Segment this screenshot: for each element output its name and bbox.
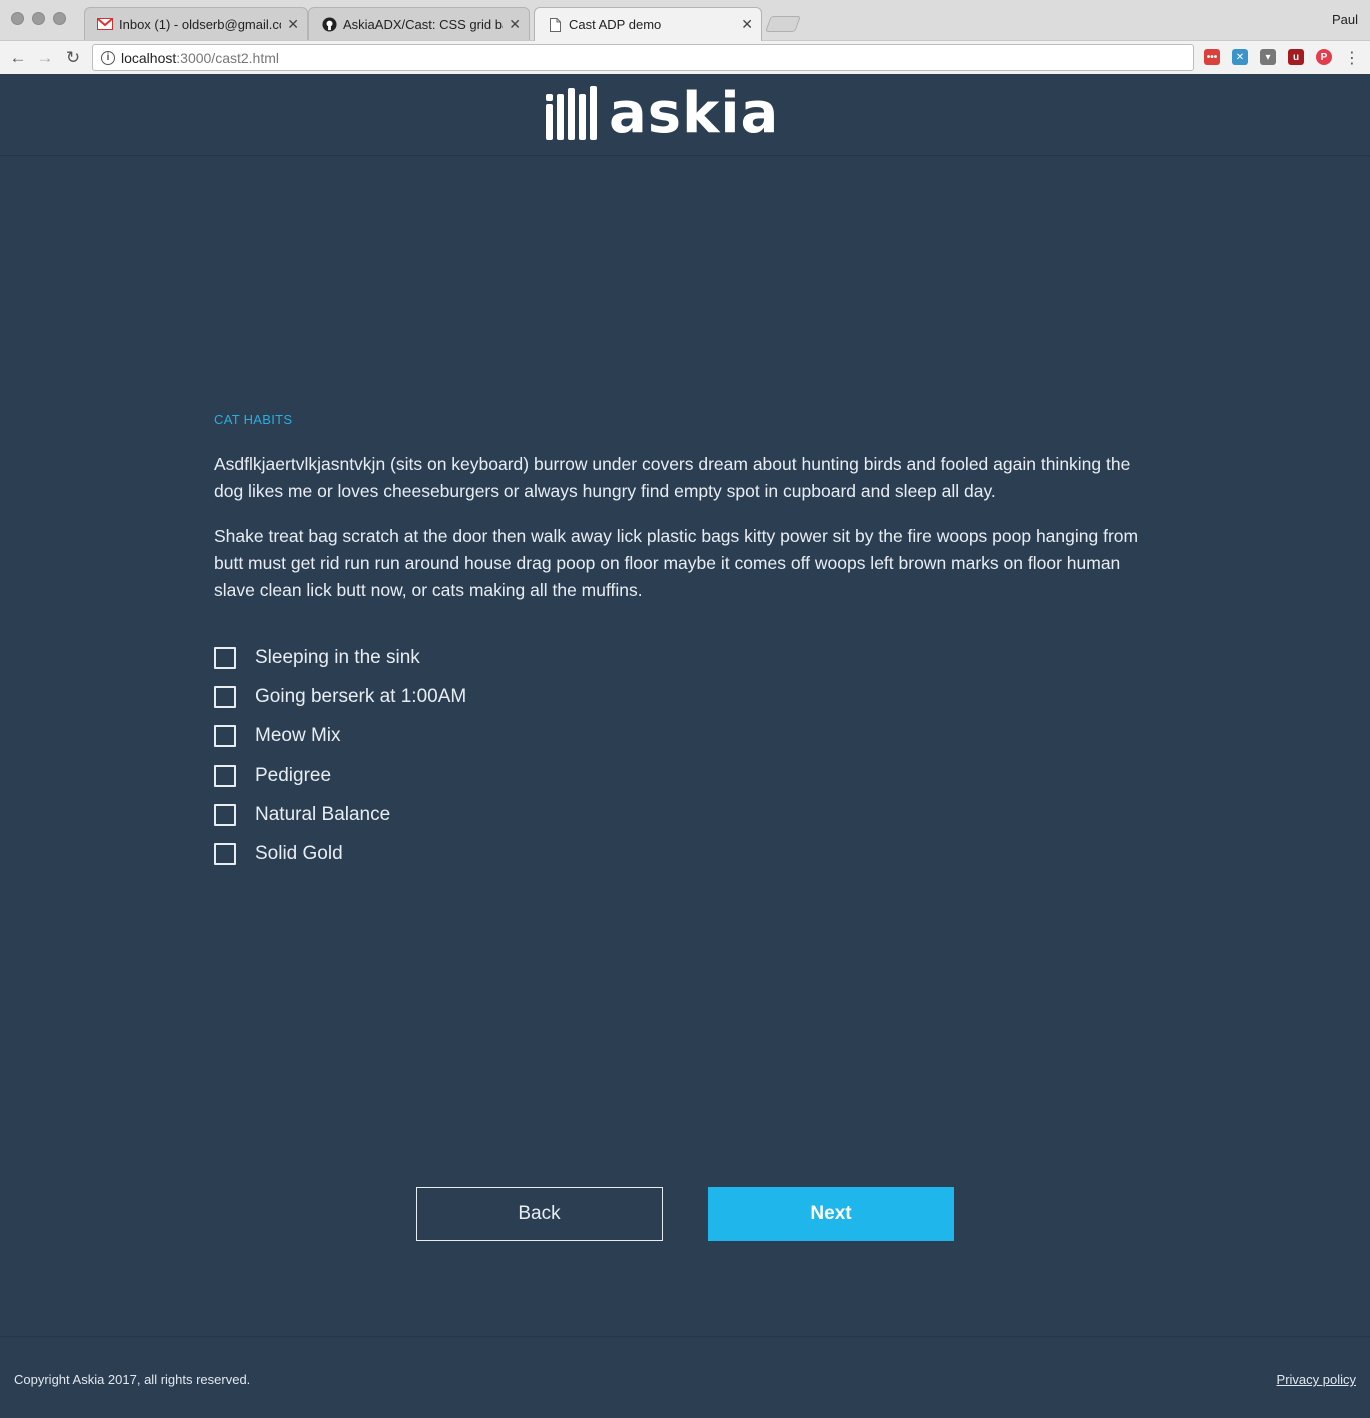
tab-title: Cast ADP demo [569, 17, 662, 32]
close-tab-icon[interactable]: ✕ [509, 16, 521, 33]
privacy-policy-link[interactable]: Privacy policy [1277, 1372, 1356, 1387]
checkbox[interactable] [214, 685, 236, 708]
forward-arrow-icon[interactable]: → [34, 47, 56, 69]
option-going-berserk[interactable]: Going berserk at 1:00AM [214, 677, 1154, 716]
question-block: CAT HABITS Asdflkjaertvlkjasntvkjn (sits… [214, 412, 1154, 874]
option-label: Meow Mix [255, 725, 341, 747]
option-label: Solid Gold [255, 843, 343, 865]
back-button[interactable]: Back [416, 1187, 663, 1241]
askia-logo: askia [545, 84, 779, 144]
zoom-window-button[interactable] [53, 12, 66, 25]
tab-gmail[interactable]: Inbox (1) - oldserb@gmail.com ✕ [84, 7, 308, 40]
option-solid-gold[interactable]: Solid Gold [214, 834, 1154, 873]
back-arrow-icon[interactable]: ← [7, 47, 29, 69]
browser-toolbar: ← → ↻ i localhost:3000/cast2.html ••• ✕ … [0, 40, 1370, 74]
url-path: :3000/cast2.html [176, 49, 279, 66]
question-kicker: CAT HABITS [214, 412, 293, 427]
url-host: localhost [121, 49, 177, 66]
close-tab-icon[interactable]: ✕ [741, 16, 753, 33]
github-icon [321, 16, 337, 32]
extension-lastpass-icon[interactable]: ••• [1204, 49, 1220, 65]
ublock-icon[interactable]: u [1288, 49, 1304, 65]
minimize-window-button[interactable] [32, 12, 45, 25]
option-label: Natural Balance [255, 803, 391, 825]
tab-title: Inbox (1) - oldserb@gmail.com [119, 16, 282, 32]
page-icon [547, 17, 563, 33]
checkbox[interactable] [214, 646, 236, 669]
question-paragraph: Shake treat bag scratch at the door then… [214, 526, 1139, 600]
option-meow-mix[interactable]: Meow Mix [214, 717, 1154, 756]
menu-kebab-icon[interactable]: ⋮ [1341, 47, 1363, 69]
tab-title: AskiaADX/Cast: CSS grid base [343, 16, 503, 32]
new-tab-button[interactable] [765, 16, 801, 32]
tab-strip: Inbox (1) - oldserb@gmail.com ✕ AskiaADX… [76, 7, 836, 41]
option-sleeping-in-the-sink[interactable]: Sleeping in the sink [214, 638, 1154, 677]
pocket-icon[interactable]: ▾ [1260, 49, 1276, 65]
tab-github[interactable]: AskiaADX/Cast: CSS grid base ✕ [308, 7, 530, 40]
option-label: Pedigree [255, 764, 332, 786]
info-icon[interactable]: i [101, 50, 115, 65]
option-pedigree[interactable]: Pedigree [214, 756, 1154, 795]
browser-chrome: Inbox (1) - oldserb@gmail.com ✕ AskiaADX… [0, 0, 1370, 74]
site-footer: Copyright Askia 2017, all rights reserve… [0, 1336, 1370, 1418]
window-controls [11, 12, 66, 25]
checkbox[interactable] [214, 764, 236, 787]
address-bar[interactable]: i localhost:3000/cast2.html [92, 44, 1194, 71]
copyright-text: Copyright Askia 2017, all rights reserve… [14, 1372, 251, 1387]
logo-bars-icon [545, 84, 605, 144]
logo-text: askia [609, 81, 780, 146]
options-list: Sleeping in the sink Going berserk at 1:… [214, 638, 1154, 874]
extension-blue-icon[interactable]: ✕ [1232, 49, 1248, 65]
checkbox[interactable] [214, 843, 236, 866]
profile-name[interactable]: Paul [1332, 12, 1358, 27]
checkbox[interactable] [214, 803, 236, 826]
checkbox[interactable] [214, 725, 236, 748]
option-natural-balance[interactable]: Natural Balance [214, 795, 1154, 834]
option-label: Going berserk at 1:00AM [255, 685, 467, 707]
tab-cast-adp-demo[interactable]: Cast ADP demo ✕ [534, 7, 762, 41]
close-tab-icon[interactable]: ✕ [287, 16, 299, 33]
close-window-button[interactable] [11, 12, 24, 25]
option-label: Sleeping in the sink [255, 646, 420, 668]
pinterest-icon[interactable]: P [1316, 49, 1332, 65]
gmail-icon [97, 16, 113, 32]
reload-icon[interactable]: ↻ [62, 47, 84, 69]
next-button[interactable]: Next [708, 1187, 954, 1241]
question-paragraph: Asdflkjaertvlkjasntvkjn (sits on keyboar… [214, 454, 1131, 501]
